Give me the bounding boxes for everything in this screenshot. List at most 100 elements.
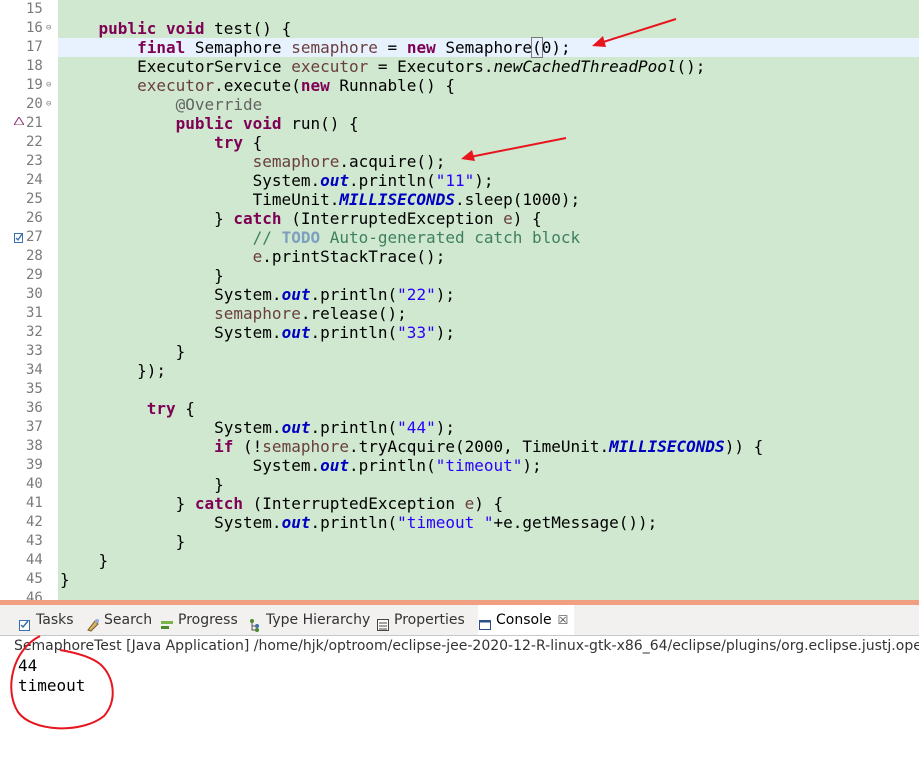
code-token: semaphore xyxy=(252,152,340,171)
code-line[interactable]: 43 } xyxy=(0,532,919,551)
code-line[interactable]: 37 System.out.println("44"); xyxy=(0,418,919,437)
tab-type-hierarchy[interactable]: Type Hierarchy xyxy=(248,605,370,635)
code-token: e xyxy=(252,247,263,266)
line-number: 46 xyxy=(26,590,43,600)
code-line[interactable]: 27 // TODO Auto-generated catch block xyxy=(0,228,919,247)
code-line[interactable]: 46 xyxy=(0,589,919,600)
code-text: } xyxy=(60,342,186,361)
code-line[interactable]: 21 public void run() { xyxy=(0,114,919,133)
code-line[interactable]: 28 e.printStackTrace(); xyxy=(0,247,919,266)
code-line[interactable]: 39 System.out.println("timeout"); xyxy=(0,456,919,475)
code-line[interactable]: 33 } xyxy=(0,342,919,361)
line-number: 37 xyxy=(26,419,43,435)
fold-collapse-icon[interactable]: ⊖ xyxy=(46,24,51,33)
code-text: public void run() { xyxy=(60,114,359,133)
line-number: 17 xyxy=(26,39,43,55)
tasks-icon xyxy=(18,613,32,631)
code-line[interactable]: 40 } xyxy=(0,475,919,494)
code-line[interactable]: 36 try { xyxy=(0,399,919,418)
line-number: 30 xyxy=(26,286,43,302)
tab-console[interactable]: Console ☒ xyxy=(478,605,574,635)
code-line[interactable]: 15 xyxy=(0,0,919,19)
code-text: // TODO Auto-generated catch block xyxy=(60,228,581,247)
task-marker-icon[interactable] xyxy=(14,231,24,247)
close-tab-icon[interactable]: ☒ xyxy=(558,613,569,627)
code-line[interactable]: 45} xyxy=(0,570,919,589)
code-token: catch xyxy=(233,209,282,228)
code-token: try xyxy=(214,133,244,152)
code-token: Auto-generated catch block xyxy=(320,228,581,247)
tab-label: Progress xyxy=(178,612,238,628)
code-token: Runnable() { xyxy=(329,76,455,95)
code-line[interactable]: 32 System.out.println("33"); xyxy=(0,323,919,342)
code-line[interactable]: 18 ExecutorService executor = Executors.… xyxy=(0,57,919,76)
code-line[interactable]: 38 if (!semaphore.tryAcquire(2000, TimeU… xyxy=(0,437,919,456)
code-line[interactable]: 30 System.out.println("22"); xyxy=(0,285,919,304)
code-text: try { xyxy=(60,399,195,418)
code-line[interactable]: 19 ⊖ executor.execute(new Runnable() { xyxy=(0,76,919,95)
code-token: newCachedThreadPool xyxy=(493,57,677,76)
code-text: public void test() { xyxy=(60,19,292,38)
code-line[interactable]: 29 } xyxy=(0,266,919,285)
tab-properties[interactable]: Properties xyxy=(376,605,472,635)
code-line[interactable]: 20 ⊖ @Override xyxy=(0,95,919,114)
console-icon xyxy=(478,613,492,630)
code-line[interactable]: 42 System.out.println("timeout "+e.getMe… xyxy=(0,513,919,532)
code-token: .sleep(1000); xyxy=(454,190,581,209)
code-token: semaphore xyxy=(262,437,349,456)
progress-icon xyxy=(160,613,174,629)
type-hierarchy-icon xyxy=(248,613,262,632)
fold-collapse-icon[interactable]: ⊖ xyxy=(46,100,51,109)
code-text: semaphore.acquire(); xyxy=(60,152,446,171)
line-number: 29 xyxy=(26,267,43,283)
code-token: out xyxy=(320,456,349,475)
override-marker-icon[interactable] xyxy=(13,116,25,129)
code-token: public xyxy=(98,19,157,38)
code-token: MILLISECONDS xyxy=(609,437,725,456)
code-token: } xyxy=(60,475,224,494)
code-line[interactable]: 26 } catch (InterruptedException e) { xyxy=(0,209,919,228)
code-text: e.printStackTrace(); xyxy=(60,247,446,266)
console-view[interactable]: SemaphoreTest [Java Application] /home/h… xyxy=(14,636,919,772)
code-token: out xyxy=(281,513,311,532)
code-token: 0); xyxy=(541,38,571,57)
code-token: System. xyxy=(60,456,321,475)
code-line[interactable]: 41 } catch (InterruptedException e) { xyxy=(0,494,919,513)
line-number: 21 xyxy=(26,115,43,131)
code-text: System.out.println("22"); xyxy=(60,285,455,304)
tab-progress[interactable]: Progress xyxy=(160,605,242,635)
code-line[interactable]: 17 final Semaphore semaphore = new Semap… xyxy=(0,37,919,58)
code-token: ) { xyxy=(474,494,504,513)
console-output-line: 44 xyxy=(18,656,38,675)
code-line[interactable]: 16 ⊖ public void test() { xyxy=(0,19,919,38)
code-token: System. xyxy=(60,323,282,342)
code-text: } xyxy=(60,266,224,285)
code-token: System. xyxy=(60,171,321,190)
code-text: } xyxy=(60,551,109,570)
code-editor[interactable]: 15 16 ⊖ public void test() {17 final Semap… xyxy=(0,0,919,600)
code-text: } catch (InterruptedException e) { xyxy=(60,494,504,513)
code-line[interactable]: 23 semaphore.acquire(); xyxy=(0,152,919,171)
code-line[interactable]: 22 try { xyxy=(0,133,919,152)
fold-collapse-icon[interactable]: ⊖ xyxy=(46,81,51,90)
line-number: 28 xyxy=(26,248,43,264)
tab-search[interactable]: Search xyxy=(86,605,154,635)
code-text: System.out.println("timeout "+e.getMessa… xyxy=(60,513,657,532)
code-text: if (!semaphore.tryAcquire(2000, TimeUnit… xyxy=(60,437,763,456)
code-line[interactable]: 34 }); xyxy=(0,361,919,380)
code-token: { xyxy=(175,399,195,418)
code-line[interactable]: 35 xyxy=(0,380,919,399)
tab-tasks[interactable]: Tasks xyxy=(18,605,80,635)
code-line[interactable]: 24 System.out.println("11"); xyxy=(0,171,919,190)
code-line[interactable]: 31 semaphore.release(); xyxy=(0,304,919,323)
code-token: System. xyxy=(60,418,282,437)
code-token: ); xyxy=(522,456,542,475)
code-line[interactable]: 25 TimeUnit.MILLISECONDS.sleep(1000); xyxy=(0,190,919,209)
code-line[interactable]: 44 } xyxy=(0,551,919,570)
code-token: System. xyxy=(60,285,282,304)
